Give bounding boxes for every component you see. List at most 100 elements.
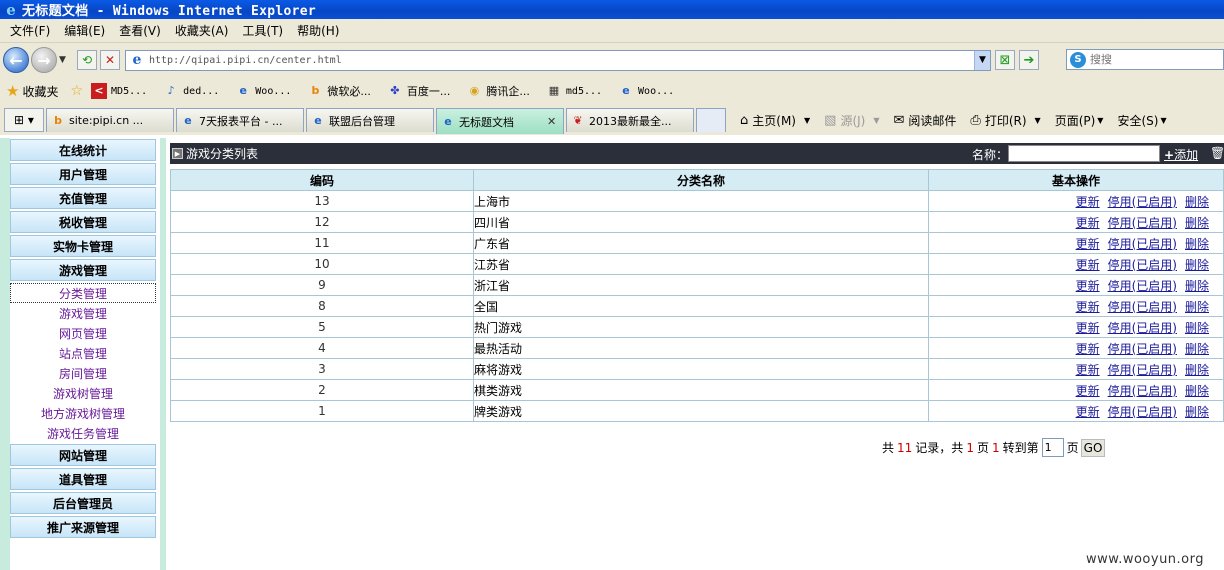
- quick-tabs-button[interactable]: ⊞ ▾: [4, 108, 44, 132]
- nav-props-management[interactable]: 道具管理: [10, 468, 156, 490]
- delete-link[interactable]: 删除: [1185, 384, 1209, 398]
- print-button[interactable]: ⎙ 打印(R) ▼: [970, 112, 1040, 129]
- toggle-status-link[interactable]: 停用(已启用): [1108, 195, 1177, 209]
- toggle-status-link[interactable]: 停用(已启用): [1108, 321, 1177, 335]
- address-url[interactable]: http://qipai.pipi.cn/center.html: [149, 55, 974, 66]
- delete-link[interactable]: 删除: [1185, 405, 1209, 419]
- add-button[interactable]: +添加: [1164, 146, 1198, 163]
- nav-sub-game-management[interactable]: 游戏管理: [10, 303, 156, 323]
- update-link[interactable]: 更新: [1076, 342, 1100, 356]
- update-link[interactable]: 更新: [1076, 363, 1100, 377]
- delete-link[interactable]: 删除: [1185, 195, 1209, 209]
- update-link[interactable]: 更新: [1076, 258, 1100, 272]
- delete-link[interactable]: 删除: [1185, 279, 1209, 293]
- favorite-item[interactable]: < MD5...: [91, 83, 147, 99]
- go-button[interactable]: ➔: [1019, 50, 1039, 70]
- update-link[interactable]: 更新: [1076, 195, 1100, 209]
- update-link[interactable]: 更新: [1076, 321, 1100, 335]
- favorite-item[interactable]: e Woo...: [235, 83, 292, 99]
- nav-online-stats[interactable]: 在线统计: [10, 139, 156, 161]
- nav-website-management[interactable]: 网站管理: [10, 444, 156, 466]
- delete-link[interactable]: 删除: [1185, 237, 1209, 251]
- toggle-status-link[interactable]: 停用(已启用): [1108, 258, 1177, 272]
- tab-site-search[interactable]: b site:pipi.cn ...: [46, 108, 174, 132]
- menu-favorites[interactable]: 收藏夹(A): [169, 22, 237, 39]
- nav-sub-site-management[interactable]: 站点管理: [10, 343, 156, 363]
- update-link[interactable]: 更新: [1076, 384, 1100, 398]
- menu-help[interactable]: 帮助(H): [291, 22, 347, 39]
- tab-untitled-active[interactable]: e 无标题文档 ✕: [436, 108, 564, 134]
- menu-edit[interactable]: 编辑(E): [58, 22, 113, 39]
- toggle-status-link[interactable]: 停用(已启用): [1108, 342, 1177, 356]
- home-button[interactable]: ⌂ 主页(M) ▼: [740, 112, 810, 129]
- new-tab-button[interactable]: [696, 108, 726, 132]
- nav-game-management[interactable]: 游戏管理: [10, 259, 156, 281]
- delete-link[interactable]: 删除: [1185, 321, 1209, 335]
- page-number-input[interactable]: 1: [1041, 438, 1064, 457]
- update-link[interactable]: 更新: [1076, 300, 1100, 314]
- trash-icon[interactable]: 🗑: [1210, 146, 1224, 160]
- favorite-item[interactable]: e Woo...: [618, 83, 674, 99]
- forward-button[interactable]: →: [31, 47, 57, 73]
- nav-physical-card-management[interactable]: 实物卡管理: [10, 235, 156, 257]
- update-link[interactable]: 更新: [1076, 216, 1100, 230]
- delete-link[interactable]: 删除: [1185, 216, 1209, 230]
- search-box[interactable]: S: [1066, 49, 1224, 70]
- toggle-status-link[interactable]: 停用(已启用): [1108, 237, 1177, 251]
- nav-recharge-management[interactable]: 充值管理: [10, 187, 156, 209]
- toggle-status-link[interactable]: 停用(已启用): [1108, 279, 1177, 293]
- chevron-down-icon[interactable]: ▼: [873, 116, 879, 125]
- history-dropdown-icon[interactable]: ▼: [59, 55, 71, 65]
- tab-report-platform[interactable]: e 7天报表平台 - ...: [176, 108, 304, 132]
- delete-link[interactable]: 删除: [1185, 300, 1209, 314]
- update-link[interactable]: 更新: [1076, 237, 1100, 251]
- toggle-status-link[interactable]: 停用(已启用): [1108, 300, 1177, 314]
- toggle-status-link[interactable]: 停用(已启用): [1108, 363, 1177, 377]
- menu-tools[interactable]: 工具(T): [236, 22, 291, 39]
- search-input[interactable]: [1090, 53, 1210, 66]
- nav-sub-category-management[interactable]: 分类管理: [10, 283, 156, 303]
- menu-file[interactable]: 文件(F): [4, 22, 58, 39]
- nav-promotion-source-management[interactable]: 推广来源管理: [10, 516, 156, 538]
- nav-sub-game-task-management[interactable]: 游戏任务管理: [10, 423, 156, 443]
- address-dropdown-icon[interactable]: ▼: [974, 50, 990, 70]
- toggle-status-link[interactable]: 停用(已启用): [1108, 384, 1177, 398]
- update-link[interactable]: 更新: [1076, 279, 1100, 293]
- close-icon[interactable]: ✕: [547, 115, 559, 128]
- tab-2013-latest[interactable]: ❦ 2013最新最全...: [566, 108, 694, 132]
- delete-link[interactable]: 删除: [1185, 342, 1209, 356]
- nav-sub-webpage-management[interactable]: 网页管理: [10, 323, 156, 343]
- update-link[interactable]: 更新: [1076, 405, 1100, 419]
- menu-view[interactable]: 查看(V): [113, 22, 169, 39]
- favorite-item[interactable]: ✤ 百度一...: [387, 83, 450, 99]
- toggle-status-link[interactable]: 停用(已启用): [1108, 216, 1177, 230]
- nav-backend-admins[interactable]: 后台管理员: [10, 492, 156, 514]
- page-menu-button[interactable]: 页面(P) ▼: [1055, 112, 1104, 129]
- toggle-status-link[interactable]: 停用(已启用): [1108, 405, 1177, 419]
- refresh-button[interactable]: ⟲: [77, 50, 97, 70]
- stop-button[interactable]: ✕: [100, 50, 120, 70]
- address-bar[interactable]: e http://qipai.pipi.cn/center.html ▼: [125, 49, 991, 71]
- safety-menu-button[interactable]: 安全(S) ▼: [1117, 112, 1166, 129]
- nav-user-management[interactable]: 用户管理: [10, 163, 156, 185]
- back-button[interactable]: ←: [3, 47, 29, 73]
- feeds-button[interactable]: ▧ 源(J) ▼: [824, 112, 879, 129]
- favorite-item[interactable]: ♪ ded...: [163, 83, 220, 99]
- chevron-down-icon[interactable]: ▼: [1035, 116, 1041, 125]
- favorites-button[interactable]: ★ 收藏夹: [6, 82, 58, 100]
- compat-view-button[interactable]: ⊠: [995, 50, 1015, 70]
- name-filter-input[interactable]: [1008, 145, 1160, 162]
- add-favorite-icon[interactable]: ☆: [70, 83, 83, 99]
- delete-link[interactable]: 删除: [1185, 363, 1209, 377]
- nav-tax-management[interactable]: 税收管理: [10, 211, 156, 233]
- delete-link[interactable]: 删除: [1185, 258, 1209, 272]
- read-mail-button[interactable]: ✉ 阅读邮件: [894, 112, 957, 129]
- nav-sub-game-tree-management[interactable]: 游戏树管理: [10, 383, 156, 403]
- favorite-item[interactable]: ◉ 腾讯企...: [466, 83, 530, 99]
- go-page-button[interactable]: GO: [1080, 438, 1106, 457]
- nav-sub-room-management[interactable]: 房间管理: [10, 363, 156, 383]
- chevron-down-icon[interactable]: ▼: [804, 116, 810, 125]
- favorite-item[interactable]: b 微软必...: [307, 83, 370, 99]
- nav-sub-local-game-tree-management[interactable]: 地方游戏树管理: [10, 403, 156, 423]
- favorite-item[interactable]: ▦ md5...: [546, 83, 602, 99]
